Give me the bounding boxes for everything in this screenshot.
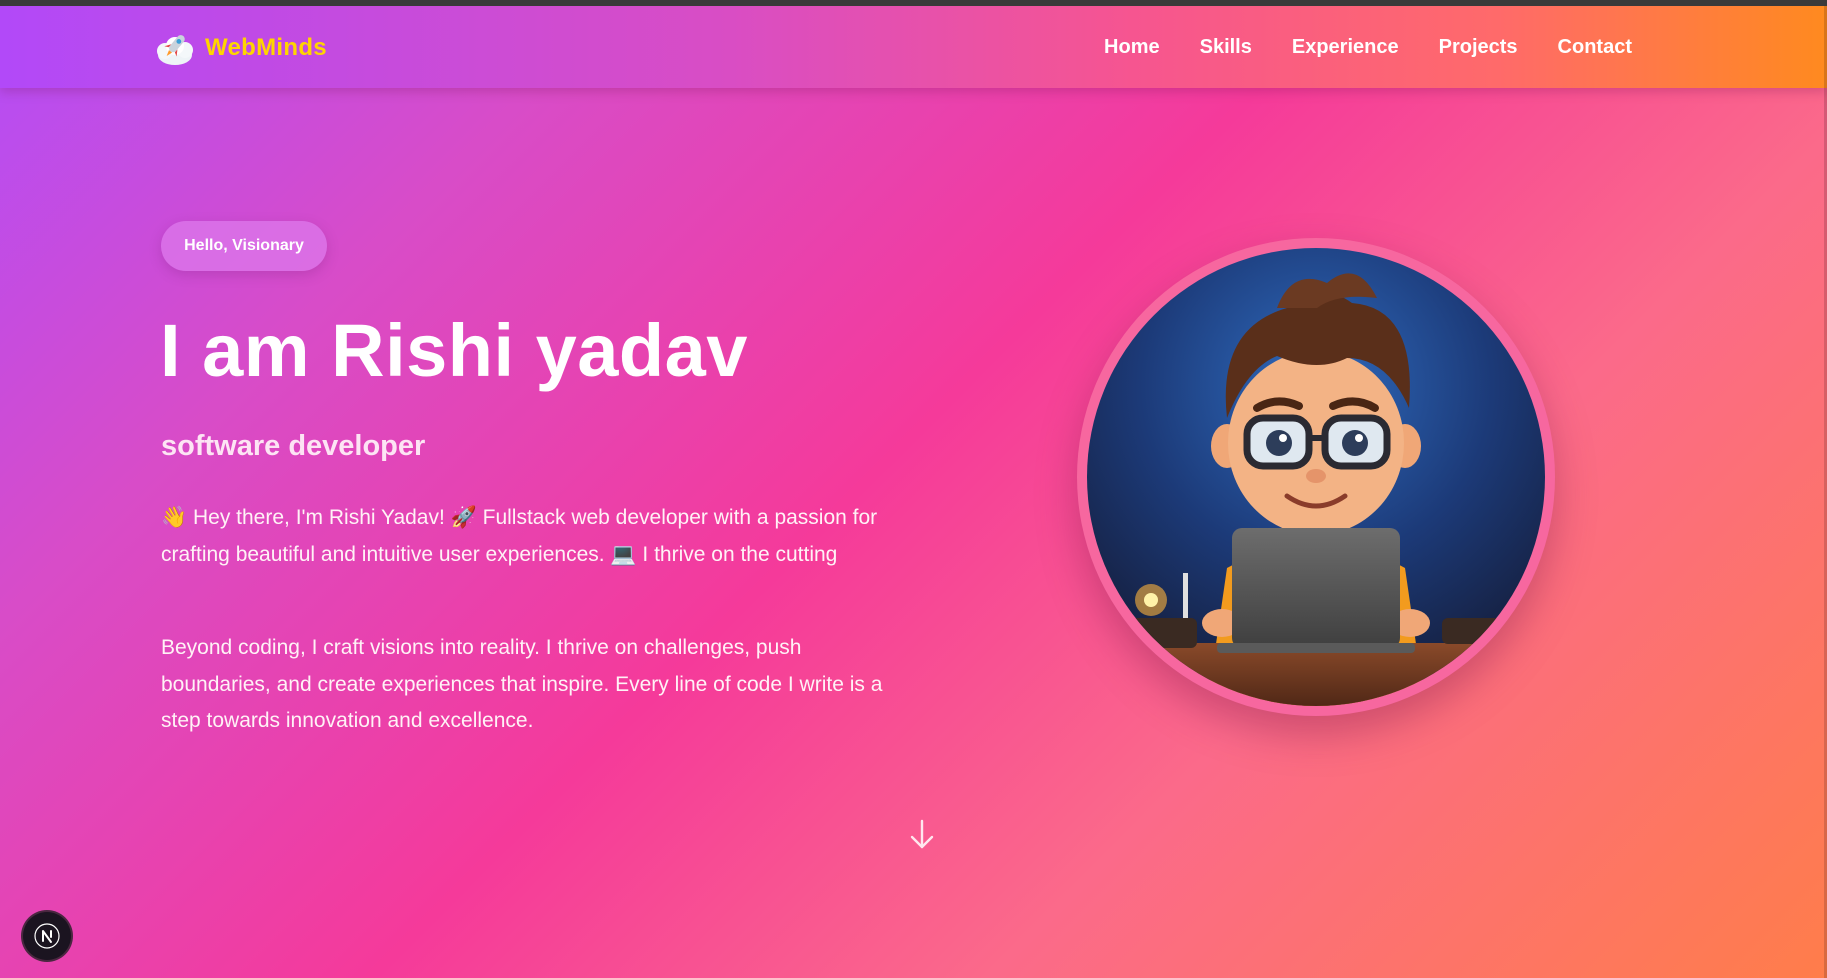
nav-contact[interactable]: Contact (1558, 36, 1632, 59)
rocket-cloud-icon (155, 29, 195, 67)
hero-intro: 👋 Hey there, I'm Rishi Yadav! 🚀 Fullstac… (161, 506, 878, 566)
main-nav: Home Skills Experience Projects Contact (1104, 36, 1632, 59)
arrow-down-icon[interactable] (908, 818, 936, 852)
nav-home[interactable]: Home (1104, 36, 1160, 59)
developer-avatar-illustration (1087, 248, 1545, 706)
hero-title: I am Rishi yadav (160, 309, 748, 392)
hero-about: Beyond coding, I craft visions into real… (161, 636, 883, 732)
greeting-badge: Hello, Visionary (161, 221, 327, 271)
nav-experience[interactable]: Experience (1292, 36, 1399, 59)
nav-skills[interactable]: Skills (1200, 36, 1252, 59)
hero-role: software developer (161, 430, 426, 462)
nav-projects[interactable]: Projects (1439, 36, 1518, 59)
nextjs-devtools-icon[interactable] (23, 912, 71, 960)
avatar-frame (1077, 238, 1555, 716)
site-header: WebMinds Home Skills Experience Projects… (0, 6, 1827, 88)
page: WebMinds Home Skills Experience Projects… (0, 6, 1827, 978)
brand-name: WebMinds (205, 34, 327, 61)
brand-logo[interactable]: WebMinds (155, 28, 327, 68)
